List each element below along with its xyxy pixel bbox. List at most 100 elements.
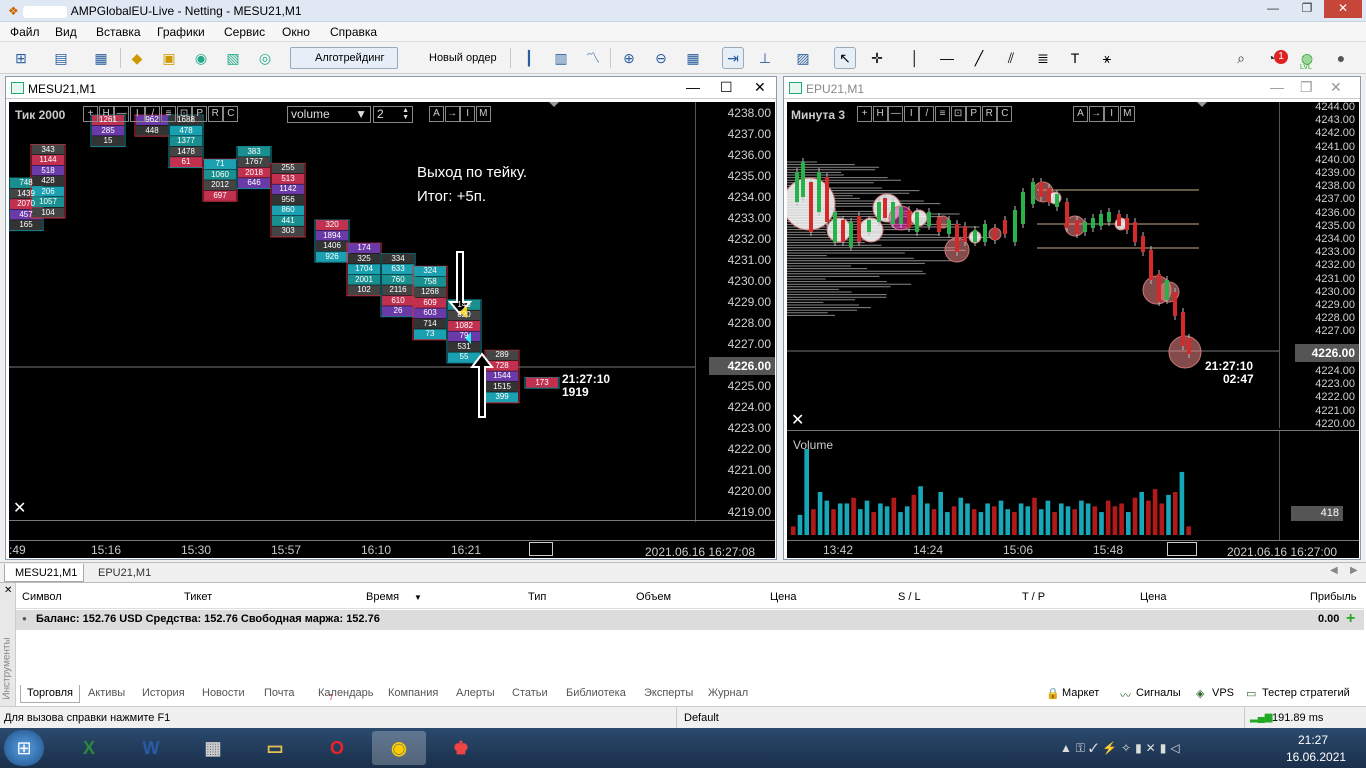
word-icon[interactable]: W	[124, 731, 178, 765]
zoom-out-icon[interactable]: ⊖	[650, 47, 672, 69]
chart-tools-icon[interactable]: ✕	[13, 498, 26, 518]
restore-button[interactable]: ❐	[1292, 0, 1322, 18]
excel-icon[interactable]: X	[62, 731, 116, 765]
toolbox-right-tab[interactable]: Маркет	[1062, 687, 1099, 699]
chart-tool-button[interactable]: —	[888, 106, 904, 122]
menu-service[interactable]: Сервис	[224, 25, 265, 39]
col-price[interactable]: Цена	[770, 591, 796, 603]
menu-charts[interactable]: Графики	[157, 25, 205, 39]
chart-tab-mesu21[interactable]: MESU21,M1	[4, 564, 84, 582]
chart-tool-button[interactable]: ⊡	[950, 106, 966, 122]
balance-row[interactable]: ● Баланс: 152.76 USD Средства: 152.76 Св…	[16, 610, 1364, 630]
tile-windows-icon[interactable]: ▦	[682, 47, 704, 69]
chart-tool-button[interactable]: A	[1073, 106, 1088, 122]
horizontal-line-icon[interactable]: —	[936, 47, 958, 69]
toolbox-tab[interactable]: Алерты	[450, 685, 501, 703]
menu-insert[interactable]: Вставка	[96, 25, 141, 39]
toolbox-close-icon[interactable]: ✕	[4, 585, 12, 596]
minimize-button[interactable]: —	[1258, 0, 1288, 18]
price-axis[interactable]: 4244.00 4243.00 4242.00 4241.00 4240.00 4239.…	[1279, 102, 1359, 430]
clock-date[interactable]: 16.06.2021	[1286, 750, 1346, 764]
explorer-icon[interactable]: ▭	[248, 731, 302, 765]
profiles-icon[interactable]: ▤	[50, 47, 72, 69]
chart-tool-button[interactable]: /	[919, 106, 935, 122]
channels-icon[interactable]: ⫽	[1000, 47, 1022, 69]
metatrader-icon[interactable]: ◉	[372, 731, 426, 765]
add-icon[interactable]: +	[1346, 610, 1355, 628]
tray-icons[interactable]: ▲⚿✓⚡✧▮✕▮◁	[1060, 741, 1184, 756]
profile-name[interactable]: Default	[684, 712, 719, 724]
toolbox-tab[interactable]: Статьи	[506, 685, 554, 703]
chart-tools-icon[interactable]: ✕	[791, 410, 804, 430]
candles-icon[interactable]: ▥	[550, 47, 572, 69]
col-type[interactable]: Тип	[528, 591, 546, 603]
toolbox-right-tab[interactable]: Сигналы	[1136, 687, 1181, 699]
chart-tool-button[interactable]: →	[444, 106, 460, 122]
start-button[interactable]: ⊞	[4, 730, 44, 766]
chart-tool-button[interactable]: C	[997, 106, 1013, 122]
footprint-chart[interactable]: Тик 2000 volume ▼ 2 ▲ ▼ Выход по тейку. Ито…	[9, 102, 775, 558]
chart-close-button[interactable]: ✕	[1330, 79, 1342, 96]
templates-icon[interactable]: ▨	[792, 47, 814, 69]
bar-chart-icon[interactable]: ┃	[518, 47, 540, 69]
crosshair-icon[interactable]: ✛	[866, 47, 888, 69]
toolbox-tab[interactable]: Почта	[258, 685, 301, 703]
chart-tool-button[interactable]: M	[475, 106, 491, 122]
chart-maximize-button[interactable]: ❐	[1300, 79, 1313, 96]
search-icon[interactable]: ⌕	[1230, 47, 1252, 69]
menu-file[interactable]: Файл	[10, 25, 40, 39]
chart-tool-button[interactable]: C	[223, 106, 239, 122]
toolbox-tab[interactable]: Новости	[196, 685, 251, 703]
scroll-box[interactable]	[529, 542, 553, 556]
col-volume[interactable]: Объем	[636, 591, 671, 603]
chart-tool-button[interactable]: I	[1104, 106, 1120, 122]
ping-value[interactable]: 191.89 ms	[1272, 712, 1323, 724]
menu-help[interactable]: Справка	[330, 25, 377, 39]
new-chart-icon[interactable]: ⊞	[10, 47, 32, 69]
chart-minimize-button[interactable]: —	[1270, 79, 1284, 95]
cursor-icon[interactable]: ↖	[834, 47, 856, 69]
menu-window[interactable]: Окно	[282, 25, 310, 39]
zoom-in-icon[interactable]: ⊕	[618, 47, 640, 69]
line-chart-icon[interactable]: 〽	[582, 47, 604, 69]
chart-shift-icon[interactable]: ⊥	[754, 47, 776, 69]
market-watch-icon[interactable]: ▦	[90, 47, 112, 69]
toolbox-tab[interactable]: Библиотека	[560, 685, 632, 703]
chart-tool-button[interactable]: A	[429, 106, 444, 122]
chart-close-button[interactable]: ✕	[754, 79, 766, 96]
toolbox-tab[interactable]: История	[136, 685, 191, 703]
vertical-line-icon[interactable]: │	[904, 47, 926, 69]
chart-tool-button[interactable]: R	[981, 106, 997, 122]
chart-tool-button[interactable]: I	[903, 106, 919, 122]
chart-minimize-button[interactable]: —	[686, 79, 700, 95]
toolbox-tab[interactable]: Эксперты	[638, 685, 699, 703]
signals-icon[interactable]: ◉	[190, 47, 212, 69]
menu-view[interactable]: Вид	[55, 25, 77, 39]
chart-tool-button[interactable]: M	[1119, 106, 1135, 122]
new-order-button[interactable]: Новый ордер	[404, 47, 504, 69]
trendline-icon[interactable]: ╱	[968, 47, 990, 69]
chart-tool-button[interactable]: R	[207, 106, 223, 122]
toolbox-tab[interactable]: Журнал	[702, 685, 754, 703]
close-button[interactable]: ✕	[1324, 0, 1362, 18]
col-tp[interactable]: T / P	[1022, 591, 1045, 603]
chart-tool-button[interactable]: H	[872, 106, 888, 122]
algotrading-button[interactable]: Алготрейдинг	[290, 47, 398, 69]
text-icon[interactable]: T	[1064, 47, 1086, 69]
col-sl[interactable]: S / L	[898, 591, 921, 603]
toolbox-tab[interactable]: Торговля	[20, 685, 80, 703]
col-price-current[interactable]: Цена	[1140, 591, 1166, 603]
col-symbol[interactable]: Символ	[22, 591, 62, 603]
candle-chart[interactable]: Минута 3 21:27:10 02:47 ✕ Volume 4244.00…	[787, 102, 1359, 558]
vps-icon[interactable]: ◎	[254, 47, 276, 69]
account-icon[interactable]: ●	[1330, 47, 1352, 69]
col-profit[interactable]: Прибыль	[1310, 591, 1357, 603]
autoscroll-icon[interactable]: ⇥	[722, 47, 744, 69]
chart-tab-epu21[interactable]: EPU21,M1	[98, 567, 151, 579]
chart-tool-button[interactable]: +	[857, 106, 872, 122]
fibonacci-icon[interactable]: ≣	[1032, 47, 1054, 69]
toolbox-tab[interactable]: Активы	[82, 685, 131, 703]
toolbox-tab[interactable]: Календарь	[312, 685, 380, 703]
col-time[interactable]: Время	[366, 591, 399, 603]
price-axis[interactable]: 4238.00 4237.00 4236.00 4235.00 4234.00 4233.…	[695, 102, 775, 522]
